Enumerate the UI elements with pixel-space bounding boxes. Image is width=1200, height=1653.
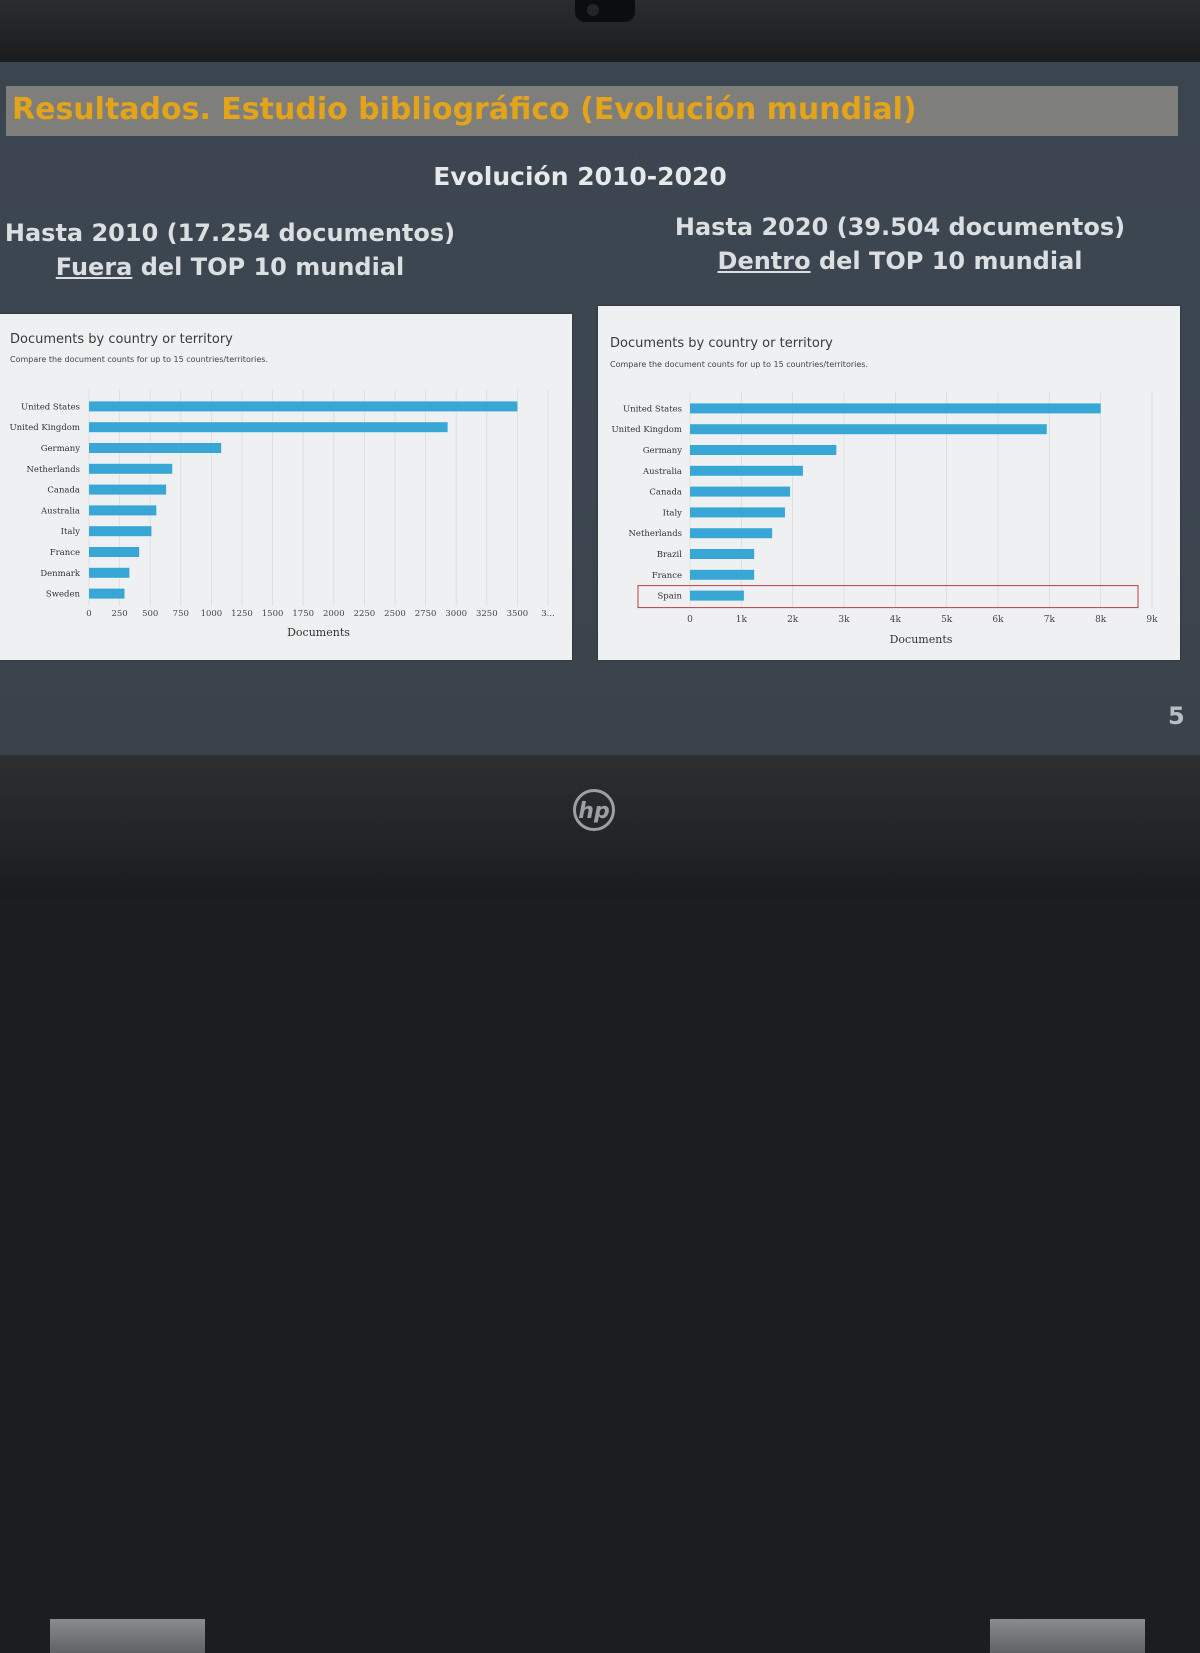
left-header-rest: del TOP 10 mundial <box>132 253 405 281</box>
bar-united-kingdom <box>89 422 448 433</box>
bar-italy <box>89 526 152 537</box>
category-label: United States <box>623 404 682 414</box>
right-header-line2: Dentro del TOP 10 mundial <box>660 244 1140 278</box>
category-label: Italy <box>61 527 81 537</box>
left-header-line1: Hasta 2010 (17.254 documentos) <box>4 219 456 247</box>
slide-page-number: 5 <box>1168 702 1185 730</box>
x-tick-label: 7k <box>1044 615 1056 625</box>
bar-australia <box>89 505 157 516</box>
x-tick-label: 0 <box>86 609 91 619</box>
chart-left-svg: 0 250 500 750 1000 1250 1500 1750 2000 2250 2500 27… <box>9 390 555 639</box>
category-label: Italy <box>663 508 683 518</box>
bar-united-states <box>690 403 1101 414</box>
x-tick-label: 5k <box>941 615 953 625</box>
x-tick-label: 2750 <box>415 609 437 619</box>
x-tick-label: 1000 <box>201 609 223 619</box>
bar-netherlands <box>690 528 773 539</box>
x-tick-label: 1k <box>736 615 748 625</box>
category-label: Sweden <box>46 590 81 600</box>
x-tick-label: 3250 <box>476 609 498 619</box>
right-header-rest: del TOP 10 mundial <box>810 247 1083 275</box>
chart-right-svg: 0 1k 2k 3k 4k 5k 6k 7k 8k 9k Documents United State… <box>611 392 1158 646</box>
category-label: United Kingdom <box>9 423 80 433</box>
category-label: Australia <box>40 506 80 516</box>
slide-title: Resultados. Estudio bibliográfico (Evolu… <box>12 92 917 127</box>
category-label: United Kingdom <box>611 425 682 435</box>
x-axis-title: Documents <box>890 633 953 646</box>
category-label: Brazil <box>657 550 683 560</box>
right-header-emph: Dentro <box>717 247 811 275</box>
category-label: United States <box>21 402 80 412</box>
category-label: Spain <box>657 592 682 602</box>
category-label: Canada <box>47 486 80 496</box>
bar-italy <box>690 507 785 518</box>
bar-canada <box>690 486 791 497</box>
hinge-left <box>50 1619 205 1653</box>
chart-panel-left: Documents by country or territory Compar… <box>0 314 572 660</box>
laptop-top-bezel <box>0 0 1200 60</box>
right-header: Hasta 2020 (39.504 documentos) Dentro de… <box>660 210 1140 278</box>
x-tick-label: 0 <box>687 615 693 625</box>
category-label: Netherlands <box>628 529 682 539</box>
x-tick-label: 3500 <box>507 609 529 619</box>
bar-france <box>690 569 755 580</box>
x-tick-label: 1750 <box>292 609 314 619</box>
bar-netherlands <box>89 463 173 474</box>
x-tick-label: 500 <box>142 609 158 619</box>
category-label: Germany <box>41 444 80 454</box>
chart-panel-right: Documents by country or territory Compar… <box>598 306 1180 660</box>
category-label: France <box>652 571 682 581</box>
bar-sweden <box>89 588 125 599</box>
bar-spain <box>690 590 744 601</box>
bar-brazil <box>690 549 755 559</box>
bar-australia <box>690 465 803 476</box>
x-tick-label: 2250 <box>354 609 376 619</box>
x-tick-label: 2k <box>787 615 799 625</box>
slide-subtitle: Evolución 2010-2020 <box>433 162 727 191</box>
left-header: Hasta 2010 (17.254 documentos) Fuera del… <box>0 216 460 284</box>
x-tick-label: 9k <box>1146 615 1158 625</box>
bar-france <box>89 547 140 557</box>
category-label: Canada <box>649 488 682 498</box>
x-tick-label: 2500 <box>384 609 406 619</box>
x-tick-label: 750 <box>173 609 189 619</box>
x-tick-label: 250 <box>111 609 127 619</box>
x-tick-label: 1250 <box>231 609 253 619</box>
x-tick-label: 3... <box>541 609 555 619</box>
x-tick-label: 3k <box>838 615 850 625</box>
webcam-icon <box>575 0 635 22</box>
bar-denmark <box>89 567 130 578</box>
x-axis-title: Documents <box>287 626 350 639</box>
hinge-right <box>990 1619 1145 1653</box>
bar-united-kingdom <box>690 424 1047 435</box>
x-tick-label: 3000 <box>445 609 467 619</box>
x-tick-label: 8k <box>1095 615 1107 625</box>
category-label: Germany <box>643 446 682 456</box>
bar-canada <box>89 484 167 495</box>
left-header-line2: Fuera del TOP 10 mundial <box>0 250 460 284</box>
presentation-slide: Resultados. Estudio bibliográfico (Evolu… <box>0 62 1200 755</box>
bar-germany <box>690 445 837 455</box>
category-label: Denmark <box>40 569 81 579</box>
hp-logo-icon: hp <box>573 789 615 831</box>
category-label: France <box>50 548 80 558</box>
x-tick-label: 6k <box>992 615 1004 625</box>
x-tick-label: 1500 <box>262 609 284 619</box>
left-header-emph: Fuera <box>55 253 133 281</box>
bar-germany <box>89 443 222 453</box>
category-label: Netherlands <box>26 465 80 475</box>
category-label: Australia <box>642 467 682 477</box>
right-header-line1: Hasta 2020 (39.504 documentos) <box>674 213 1126 241</box>
x-tick-label: 4k <box>890 615 902 625</box>
x-tick-label: 2000 <box>323 609 345 619</box>
bar-united-states <box>89 401 518 412</box>
